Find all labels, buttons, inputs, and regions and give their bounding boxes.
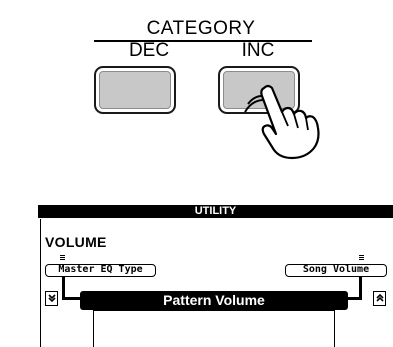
right-tick-marks — [359, 255, 364, 260]
utility-header: UTILITY — [38, 205, 393, 218]
pointing-hand-icon — [244, 84, 320, 160]
scroll-up-button[interactable] — [373, 291, 386, 306]
right-connector — [348, 277, 362, 300]
dec-button[interactable] — [94, 66, 176, 114]
dec-label: DEC — [128, 40, 170, 61]
master-eq-type-button[interactable]: Master EQ Type — [45, 264, 156, 277]
current-parameter-bar: Pattern Volume — [80, 291, 348, 310]
volume-section-label: VOLUME — [45, 234, 107, 250]
category-title: CATEGORY — [146, 18, 256, 39]
left-connector — [62, 277, 80, 300]
double-up-arrow-icon — [375, 293, 384, 302]
parameter-value-box — [93, 310, 335, 347]
song-volume-button[interactable]: Song Volume — [285, 264, 387, 277]
inc-label: INC — [241, 40, 275, 61]
scroll-down-button[interactable] — [45, 291, 58, 306]
left-tick-marks — [60, 255, 65, 260]
double-down-arrow-icon — [47, 294, 56, 303]
